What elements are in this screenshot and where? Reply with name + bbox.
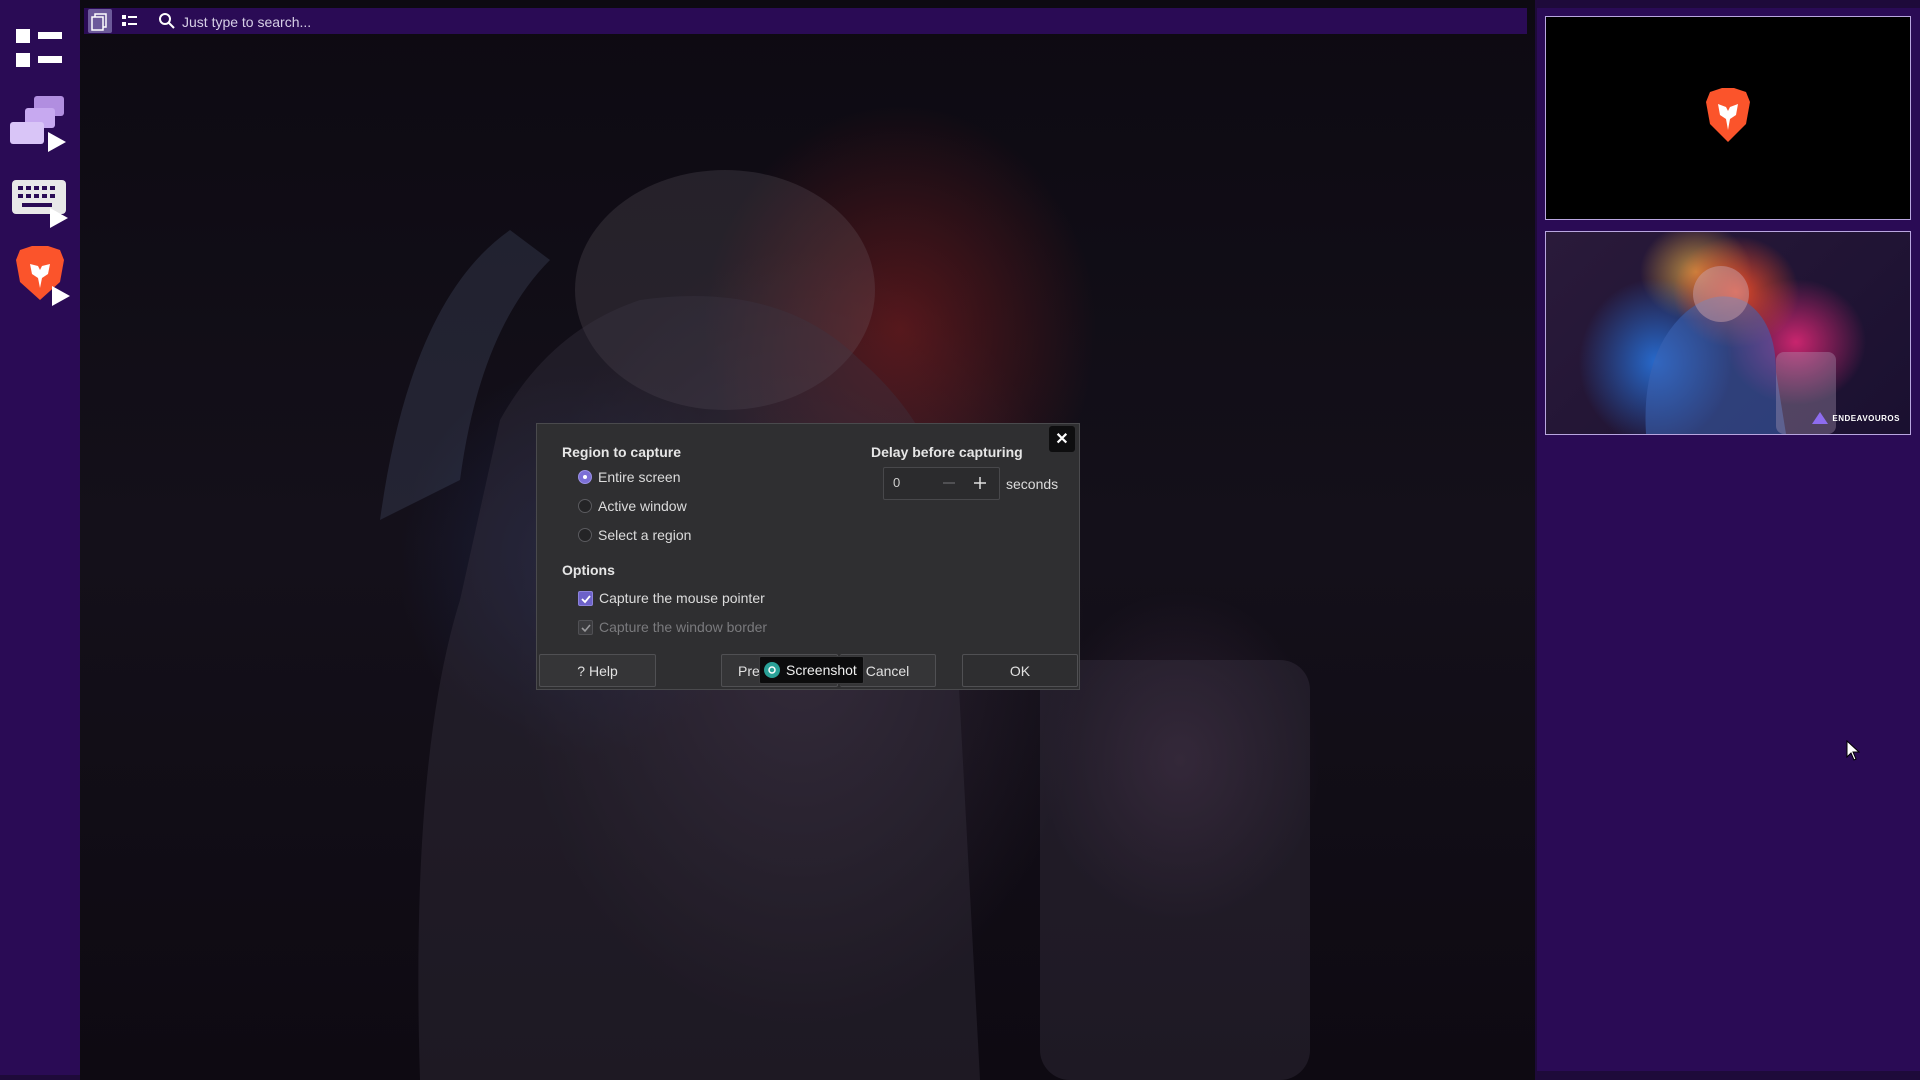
- options-title: Options: [562, 562, 615, 578]
- decrement-button[interactable]: [938, 473, 960, 493]
- radio-active-window[interactable]: Active window: [578, 496, 687, 516]
- checkbox-indicator: [578, 590, 593, 606]
- astronaut-thumbnail-art: [1645, 266, 1836, 434]
- screenshot-app-icon: [764, 662, 780, 678]
- plus-icon: [974, 477, 986, 489]
- radio-label: Entire screen: [598, 469, 681, 485]
- desktop-thumbnail[interactable]: ENDEAVOUROS: [1545, 231, 1911, 435]
- radio-label: Active window: [598, 498, 687, 514]
- minus-icon: [943, 482, 955, 484]
- capture-pointer-checkbox[interactable]: Capture the mouse pointer: [578, 588, 765, 608]
- delay-title: Delay before capturing: [871, 444, 1023, 460]
- preferences-label: Pre: [738, 662, 760, 679]
- radio-entire-screen[interactable]: Entire screen: [578, 467, 680, 487]
- endeavouros-logo: ENDEAVOUROS: [1812, 412, 1900, 424]
- help-icon: ?: [577, 662, 585, 679]
- seconds-label: seconds: [1006, 476, 1059, 492]
- windows-icon: [91, 13, 107, 31]
- search-icon: [158, 12, 176, 30]
- region-title: Region to capture: [562, 444, 682, 460]
- window-switcher-icon[interactable]: [8, 92, 72, 156]
- delay-value: 0: [893, 475, 901, 490]
- help-button[interactable]: ? Help: [539, 654, 656, 687]
- brand-text: ENDEAVOUROS: [1832, 413, 1900, 423]
- top-search-bar: [84, 8, 1527, 34]
- window-view-toggle[interactable]: [88, 9, 112, 33]
- mouse-cursor-icon: [1846, 739, 1861, 762]
- keyboard-launcher-icon[interactable]: [8, 168, 72, 232]
- cancel-label: Cancel: [865, 662, 910, 679]
- close-button[interactable]: ✕: [1049, 426, 1075, 452]
- search-input[interactable]: [180, 11, 784, 33]
- checkbox-indicator: [578, 619, 593, 635]
- radio-select-region[interactable]: Select a region: [578, 525, 691, 545]
- increment-button[interactable]: [969, 473, 991, 493]
- list-icon: [122, 15, 137, 26]
- delay-spinbox[interactable]: 0: [883, 467, 1000, 500]
- brave-logo-icon: [1706, 88, 1750, 142]
- radio-label: Select a region: [598, 527, 692, 543]
- checkbox-label: Capture the mouse pointer: [599, 590, 765, 606]
- left-dock: [0, 0, 80, 1075]
- window-overview-panel: ENDEAVOUROS: [1537, 8, 1920, 1071]
- capture-border-checkbox[interactable]: Capture the window border: [578, 617, 767, 637]
- brave-browser-icon[interactable]: [8, 244, 72, 308]
- checkbox-label: Capture the window border: [599, 619, 768, 635]
- brave-window-thumbnail[interactable]: [1545, 16, 1911, 220]
- list-view-toggle[interactable]: [120, 11, 140, 31]
- tooltip-label: Screenshot: [786, 662, 857, 678]
- radio-indicator: [578, 470, 592, 484]
- app-menu-icon[interactable]: [8, 17, 72, 81]
- help-label: Help: [589, 662, 618, 679]
- screenshot-dialog: ✕ Region to capture Entire screen Active…: [536, 423, 1080, 690]
- check-icon: [581, 594, 591, 603]
- ok-button[interactable]: OK: [962, 654, 1078, 687]
- radio-indicator: [578, 528, 592, 542]
- close-icon: ✕: [1055, 431, 1069, 448]
- radio-indicator: [578, 499, 592, 513]
- screenshot-tooltip: Screenshot: [759, 656, 864, 684]
- endeavouros-triangle-icon: [1812, 412, 1829, 424]
- check-icon: [581, 623, 591, 632]
- ok-label: OK: [1009, 662, 1031, 679]
